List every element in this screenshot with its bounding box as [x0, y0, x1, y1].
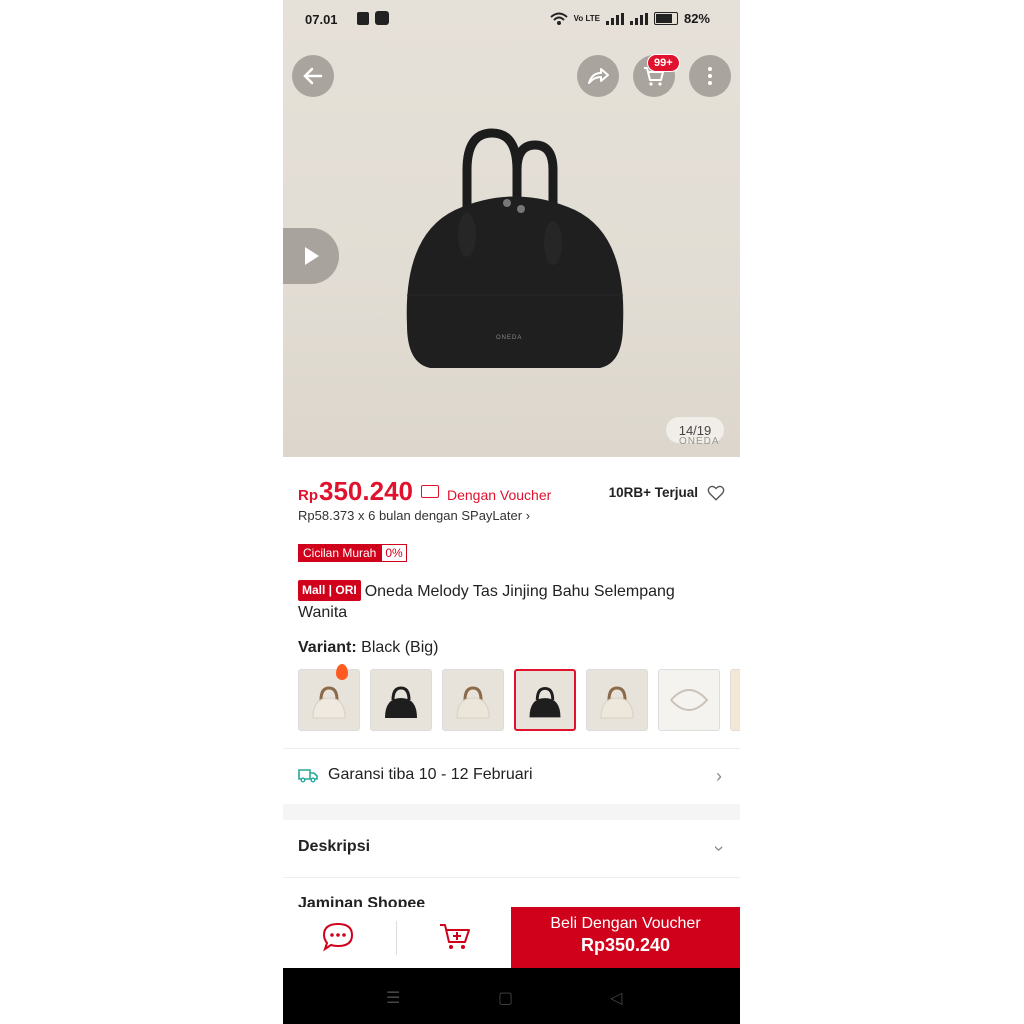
strap-thumbnail	[670, 689, 709, 711]
status-indicators: Vo LTE 82%	[549, 11, 710, 26]
system-nav-bar: ☰ ▢ ◁	[283, 968, 740, 1024]
paylater-text: Rp58.373 x 6 bulan dengan SPayLater	[298, 508, 523, 523]
chevron-right-icon: ›	[525, 508, 531, 523]
divider	[283, 748, 740, 749]
back-button[interactable]	[292, 55, 334, 97]
shopping-bag-icon	[357, 12, 369, 25]
variant-thumbnails	[298, 669, 740, 731]
variant-heading: Variant:	[298, 639, 357, 656]
battery-level: 82%	[683, 11, 710, 26]
divider	[283, 877, 740, 878]
status-time: 07.01	[305, 12, 338, 27]
variant-value: Black (Big)	[361, 639, 439, 656]
price-row: Rp 350.240 Dengan Voucher	[298, 476, 551, 507]
bag-thumbnail	[312, 686, 346, 719]
bag-thumbnail	[456, 686, 490, 719]
voucher-icon	[420, 485, 439, 498]
divider	[396, 921, 397, 955]
chevron-down-icon: ›	[709, 845, 730, 852]
signal-icon	[605, 12, 624, 25]
price-value: 350.240	[319, 476, 413, 506]
volte-label: Vo LTE	[573, 13, 600, 23]
installment-badge: Cicilan Murah 0%	[298, 544, 407, 562]
sold-count: 10RB+ Terjual	[608, 485, 698, 500]
tiktok-icon	[375, 11, 389, 25]
cart-count-badge: 99+	[647, 54, 680, 72]
variant-option-1[interactable]	[298, 669, 360, 731]
share-button[interactable]	[577, 55, 619, 97]
variant-option-2[interactable]	[370, 669, 432, 731]
arrow-left-icon	[303, 67, 323, 85]
bag-thumbnail	[600, 686, 634, 719]
variant-option-4-selected[interactable]	[514, 669, 576, 731]
bag-thumbnail	[529, 686, 561, 718]
installment-rate: 0%	[381, 544, 407, 562]
signal-icon	[629, 12, 648, 25]
heart-icon[interactable]	[707, 484, 725, 502]
voucher-label: Dengan Voucher	[446, 487, 552, 503]
back-nav-icon[interactable]: ◁	[610, 988, 622, 1008]
chevron-right-icon: ›	[716, 766, 722, 786]
variant-option-5[interactable]	[586, 669, 648, 731]
variant-option-6[interactable]	[658, 669, 720, 731]
buy-price: Rp350.240	[580, 935, 671, 955]
product-image-carousel[interactable]: 07.01 Vo LTE 82% ONEDA 99+ 14/19 ONEDA	[283, 0, 740, 457]
bottom-action-bar: Beli Dengan Voucher Rp350.240	[283, 907, 740, 968]
bag-logo: ONEDA	[496, 335, 523, 341]
home-icon[interactable]: ▢	[498, 988, 513, 1008]
description-section-header[interactable]: Deskripsi	[298, 838, 370, 856]
buy-with-voucher-button[interactable]: Beli Dengan Voucher Rp350.240	[511, 907, 740, 968]
fire-icon	[336, 664, 348, 680]
mall-badge: Mall | ORI	[298, 580, 361, 601]
status-bar: 07.01 Vo LTE 82%	[283, 0, 740, 40]
share-icon	[588, 68, 609, 84]
variant-option-7[interactable]	[730, 669, 740, 731]
installment-label: Cicilan Murah	[298, 544, 382, 562]
product-page: 07.01 Vo LTE 82% ONEDA 99+ 14/19 ONEDA R…	[283, 0, 740, 1024]
more-options-button[interactable]	[689, 55, 731, 97]
play-video-button[interactable]	[283, 228, 339, 284]
price-currency: Rp	[298, 487, 318, 504]
add-to-cart-icon[interactable]	[438, 921, 472, 953]
buy-label: Beli Dengan Voucher	[550, 915, 701, 932]
wifi-icon	[549, 12, 568, 25]
shipping-guarantee-row[interactable]: Garansi tiba 10 - 12 Februari	[298, 766, 533, 784]
delivery-truck-icon	[298, 769, 318, 783]
product-title: Mall | ORI Oneda Melody Tas Jinjing Bahu …	[298, 580, 728, 623]
bag-thumbnail	[385, 686, 417, 718]
battery-icon	[653, 12, 678, 25]
shipping-text: Garansi tiba 10 - 12 Februari	[328, 766, 533, 783]
section-separator	[283, 804, 740, 820]
paylater-link[interactable]: Rp58.373 x 6 bulan dengan SPayLater ›	[298, 508, 530, 523]
chat-icon[interactable]	[321, 921, 355, 953]
variant-label: Variant: Black (Big)	[298, 639, 439, 657]
brand-watermark: ONEDA	[679, 436, 720, 447]
menu-icon[interactable]: ☰	[386, 988, 400, 1008]
variant-option-3[interactable]	[442, 669, 504, 731]
more-vertical-icon	[708, 67, 712, 85]
